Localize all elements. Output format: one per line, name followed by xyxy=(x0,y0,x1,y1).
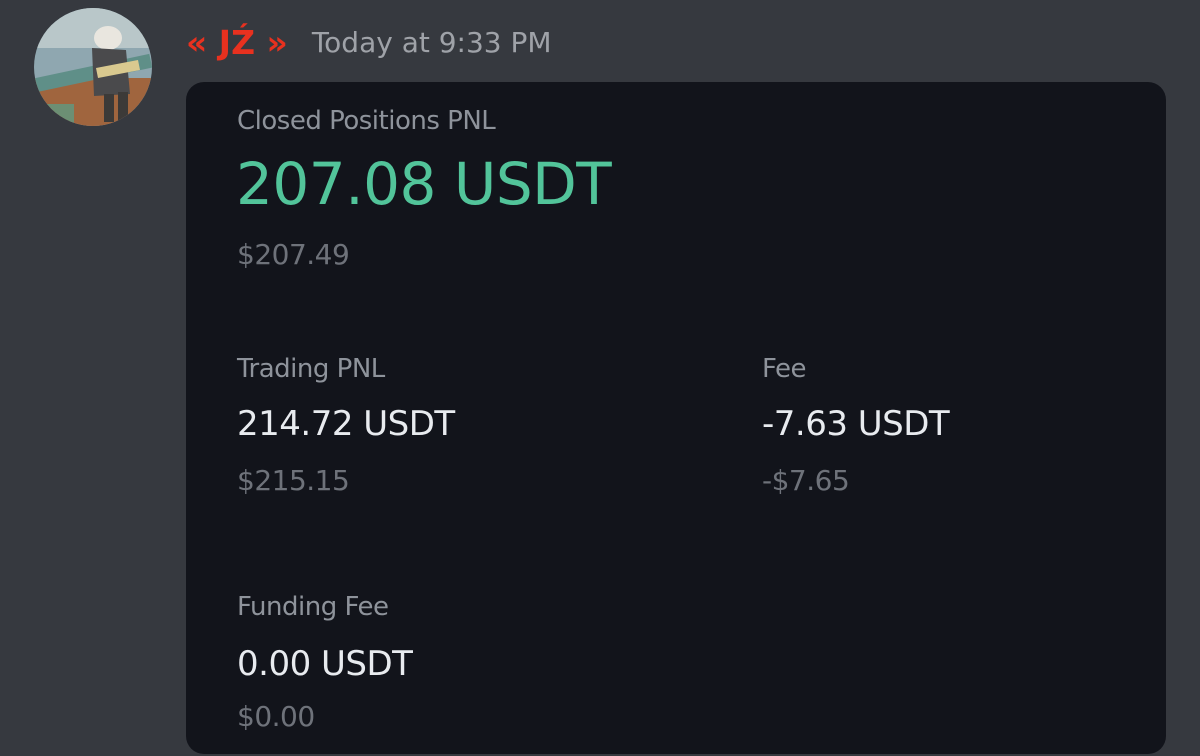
trading-pnl-label: Trading PNL xyxy=(237,354,385,384)
message-header: « JŹ » Today at 9:33 PM xyxy=(186,20,552,64)
fee-label: Fee xyxy=(762,354,807,384)
author-name[interactable]: « JŹ » xyxy=(186,23,288,62)
funding-fee-label: Funding Fee xyxy=(237,592,389,622)
fee-fiat: -$7.65 xyxy=(762,464,850,497)
avatar[interactable] xyxy=(34,8,152,126)
closed-pnl-value: 207.08 USDT xyxy=(236,150,612,218)
fee-value: -7.63 USDT xyxy=(762,404,950,444)
pnl-card: Closed Positions PNL 207.08 USDT $207.49… xyxy=(186,82,1166,754)
message-timestamp[interactable]: Today at 9:33 PM xyxy=(312,26,552,59)
funding-fee-fiat: $0.00 xyxy=(237,700,315,733)
closed-pnl-label: Closed Positions PNL xyxy=(237,106,496,136)
funding-fee-value: 0.00 USDT xyxy=(237,644,413,684)
avatar-image xyxy=(34,8,152,126)
closed-pnl-fiat: $207.49 xyxy=(237,238,350,271)
trading-pnl-value: 214.72 USDT xyxy=(237,404,455,444)
trading-pnl-fiat: $215.15 xyxy=(237,464,350,497)
